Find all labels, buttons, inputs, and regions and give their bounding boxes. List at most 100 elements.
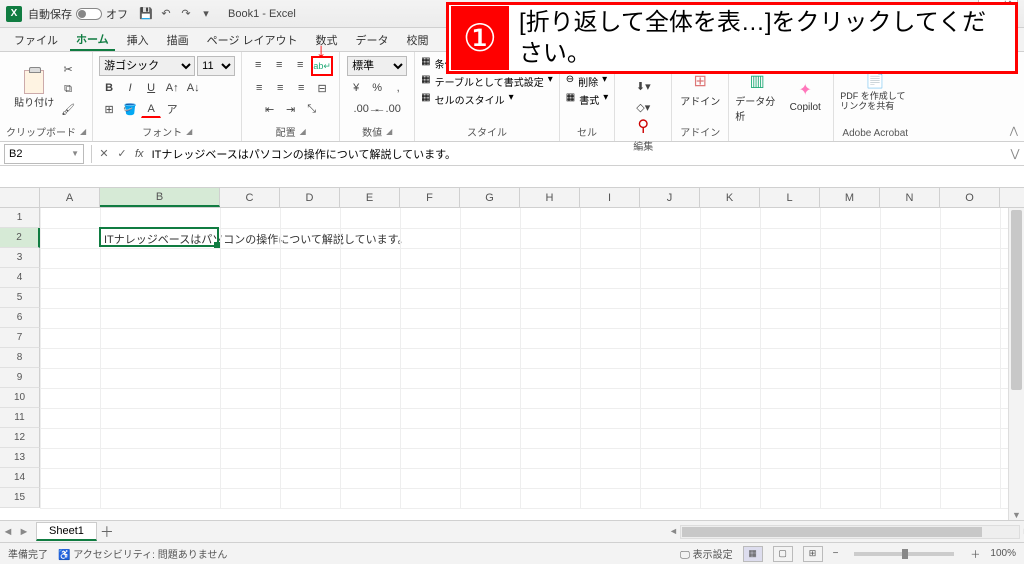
accessibility-status[interactable]: ♿ アクセシビリティ: 問題ありません — [58, 546, 227, 561]
zoom-slider[interactable] — [854, 552, 954, 556]
col-header-B[interactable]: B — [100, 188, 220, 207]
row-header-11[interactable]: 11 — [0, 408, 40, 428]
fx-icon[interactable]: fx — [135, 148, 144, 160]
zoom-in-button[interactable]: ＋ — [970, 546, 980, 561]
row-header-13[interactable]: 13 — [0, 448, 40, 468]
col-header-J[interactable]: J — [640, 188, 700, 207]
merge-cells-icon[interactable]: ⊟ — [312, 79, 332, 97]
currency-icon[interactable]: ¥ — [346, 79, 366, 97]
addins-button[interactable]: ⊞アドイン — [678, 71, 722, 108]
decrease-indent-icon[interactable]: ⇤ — [260, 100, 280, 118]
col-header-N[interactable]: N — [880, 188, 940, 207]
col-header-C[interactable]: C — [220, 188, 280, 207]
scroll-thumb[interactable] — [1011, 210, 1022, 390]
clear-icon[interactable]: ◇▾ — [633, 98, 653, 116]
scroll-left-icon[interactable]: ◄ — [669, 526, 678, 536]
cells-area[interactable]: ITナレッジベースはパソコンの操作について解説しています。 — [40, 208, 1024, 508]
format-cells-button[interactable]: ▦書式 ▾ — [566, 92, 608, 107]
col-header-E[interactable]: E — [340, 188, 400, 207]
cell-styles-button[interactable]: ▦セルのスタイル ▾ — [421, 92, 513, 107]
bold-button[interactable]: B — [99, 79, 119, 97]
align-middle-icon[interactable]: ≡ — [269, 56, 289, 74]
percent-icon[interactable]: % — [367, 79, 387, 97]
tab-formulas[interactable]: 数式 — [310, 30, 344, 50]
italic-button[interactable]: I — [120, 79, 140, 97]
underline-button[interactable]: U — [141, 79, 161, 97]
sheet-nav-prev-icon[interactable]: ◄ — [0, 526, 16, 538]
cancel-icon[interactable]: ✕ — [95, 147, 113, 160]
decrease-font-icon[interactable]: A↓ — [183, 79, 203, 97]
align-bottom-icon[interactable]: ≡ — [290, 56, 310, 74]
tab-data[interactable]: データ — [350, 30, 395, 50]
tab-draw[interactable]: 描画 — [161, 30, 195, 50]
row-header-6[interactable]: 6 — [0, 308, 40, 328]
tab-review[interactable]: 校閲 — [401, 30, 435, 50]
format-painter-icon[interactable]: 🖌 — [58, 100, 78, 118]
hscroll-thumb[interactable] — [682, 527, 982, 537]
col-header-I[interactable]: I — [580, 188, 640, 207]
col-header-K[interactable]: K — [700, 188, 760, 207]
zoom-out-button[interactable]: − — [833, 548, 839, 559]
border-icon[interactable]: ⊞ — [99, 100, 119, 118]
align-top-icon[interactable]: ≡ — [248, 56, 268, 74]
vertical-scrollbar[interactable]: ▲ ▼ — [1008, 208, 1024, 520]
orientation-icon[interactable]: ⤡ — [302, 100, 322, 118]
save-icon[interactable]: 💾 — [136, 4, 156, 24]
col-header-L[interactable]: L — [760, 188, 820, 207]
qat-dropdown-icon[interactable]: ▾ — [196, 4, 216, 24]
col-header-F[interactable]: F — [400, 188, 460, 207]
launcher-icon[interactable]: ◢ — [386, 127, 392, 136]
delete-cells-button[interactable]: ⊖削除 ▾ — [566, 74, 607, 89]
tab-file[interactable]: ファイル — [8, 30, 64, 50]
enter-icon[interactable]: ✓ — [113, 147, 131, 160]
row-header-5[interactable]: 5 — [0, 288, 40, 308]
increase-indent-icon[interactable]: ⇥ — [281, 100, 301, 118]
scroll-down-icon[interactable]: ▼ — [1009, 510, 1024, 520]
row-header-1[interactable]: 1 — [0, 208, 40, 228]
expand-formula-bar-icon[interactable]: ⋁ — [1006, 147, 1024, 160]
zoom-level[interactable]: 100% — [990, 548, 1016, 559]
page-layout-view-icon[interactable]: ▢ — [773, 546, 793, 562]
select-all-corner[interactable] — [0, 188, 40, 207]
undo-icon[interactable]: ↶ — [156, 4, 176, 24]
col-header-O[interactable]: O — [940, 188, 1000, 207]
row-header-2[interactable]: 2 — [0, 228, 40, 248]
tab-pagelayout[interactable]: ページ レイアウト — [201, 30, 304, 50]
row-header-12[interactable]: 12 — [0, 428, 40, 448]
phonetic-icon[interactable]: ア — [162, 100, 182, 118]
increase-font-icon[interactable]: A↑ — [162, 79, 182, 97]
collapse-ribbon-icon[interactable]: ⋀ — [1010, 126, 1018, 137]
comma-icon[interactable]: , — [388, 79, 408, 97]
font-size-select[interactable]: 11 — [197, 56, 235, 76]
sheet-nav-next-icon[interactable]: ► — [16, 526, 32, 538]
row-header-10[interactable]: 10 — [0, 388, 40, 408]
number-format-select[interactable]: 標準 — [347, 56, 407, 76]
row-header-4[interactable]: 4 — [0, 268, 40, 288]
name-box[interactable]: B2 ▼ — [4, 144, 84, 164]
col-header-G[interactable]: G — [460, 188, 520, 207]
col-header-M[interactable]: M — [820, 188, 880, 207]
font-color-icon[interactable]: A — [141, 100, 161, 118]
cut-icon[interactable]: ✂ — [58, 60, 78, 78]
align-right-icon[interactable]: ≡ — [291, 79, 311, 97]
horizontal-scrollbar[interactable]: ◄ ► — [680, 525, 1020, 539]
paste-button[interactable]: 貼り付け — [14, 64, 54, 114]
analyze-data-button[interactable]: ▥データ分析 — [735, 71, 779, 123]
worksheet-grid[interactable]: ABCDEFGHIJKLMNO 123456789101112131415 IT… — [0, 188, 1024, 520]
align-center-icon[interactable]: ≡ — [270, 79, 290, 97]
formula-input[interactable] — [148, 148, 1006, 160]
wrap-text-button[interactable]: ab↵↓ — [311, 56, 333, 76]
col-header-A[interactable]: A — [40, 188, 100, 207]
row-header-15[interactable]: 15 — [0, 488, 40, 508]
sheet-tab-sheet1[interactable]: Sheet1 — [36, 522, 97, 541]
align-left-icon[interactable]: ≡ — [249, 79, 269, 97]
decrease-decimal-icon[interactable]: ←.00 — [378, 100, 398, 118]
col-header-H[interactable]: H — [520, 188, 580, 207]
row-header-3[interactable]: 3 — [0, 248, 40, 268]
row-header-14[interactable]: 14 — [0, 468, 40, 488]
fill-color-icon[interactable]: 🪣 — [120, 100, 140, 118]
tab-insert[interactable]: 挿入 — [121, 30, 155, 50]
fill-icon[interactable]: ⬇▾ — [633, 77, 653, 95]
normal-view-icon[interactable]: ▦ — [743, 546, 763, 562]
new-sheet-button[interactable]: ＋ — [97, 522, 117, 542]
